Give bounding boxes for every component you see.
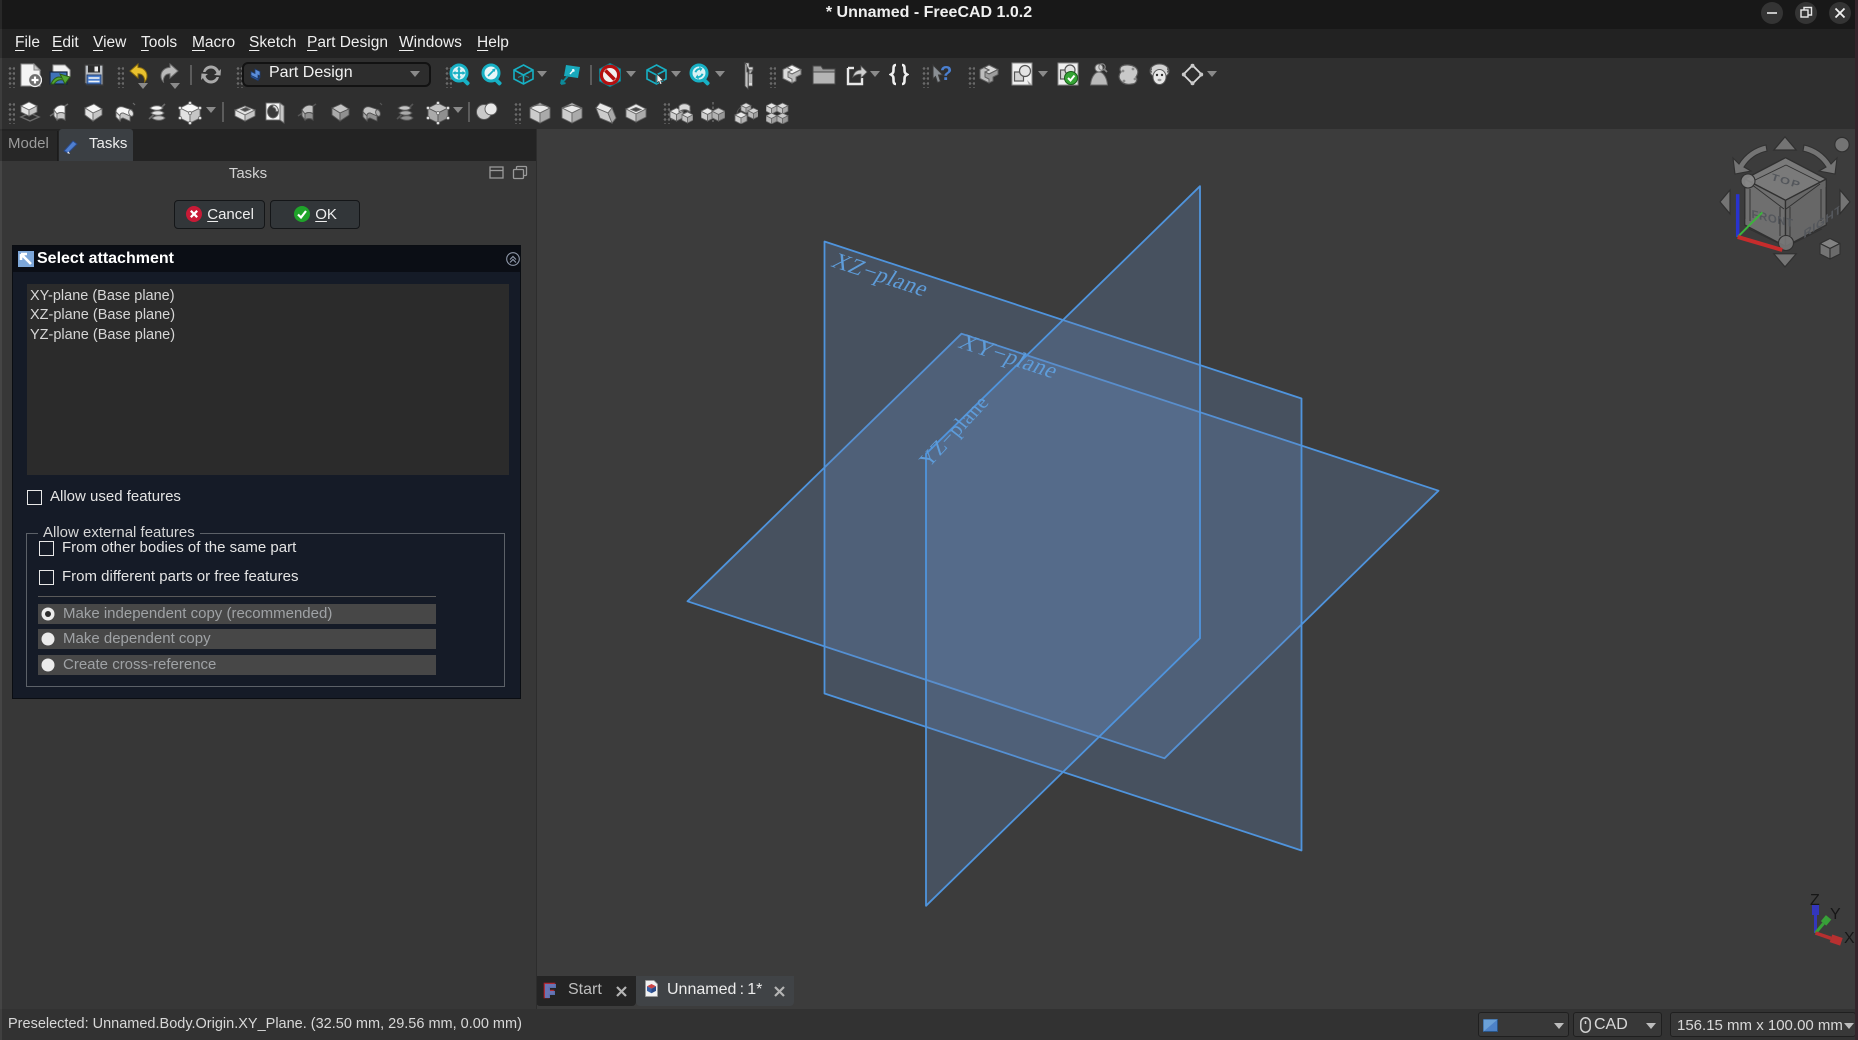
svg-text:Z: Z bbox=[1810, 892, 1820, 909]
svg-text:X: X bbox=[1844, 930, 1855, 947]
svg-text:Y: Y bbox=[1830, 906, 1841, 923]
